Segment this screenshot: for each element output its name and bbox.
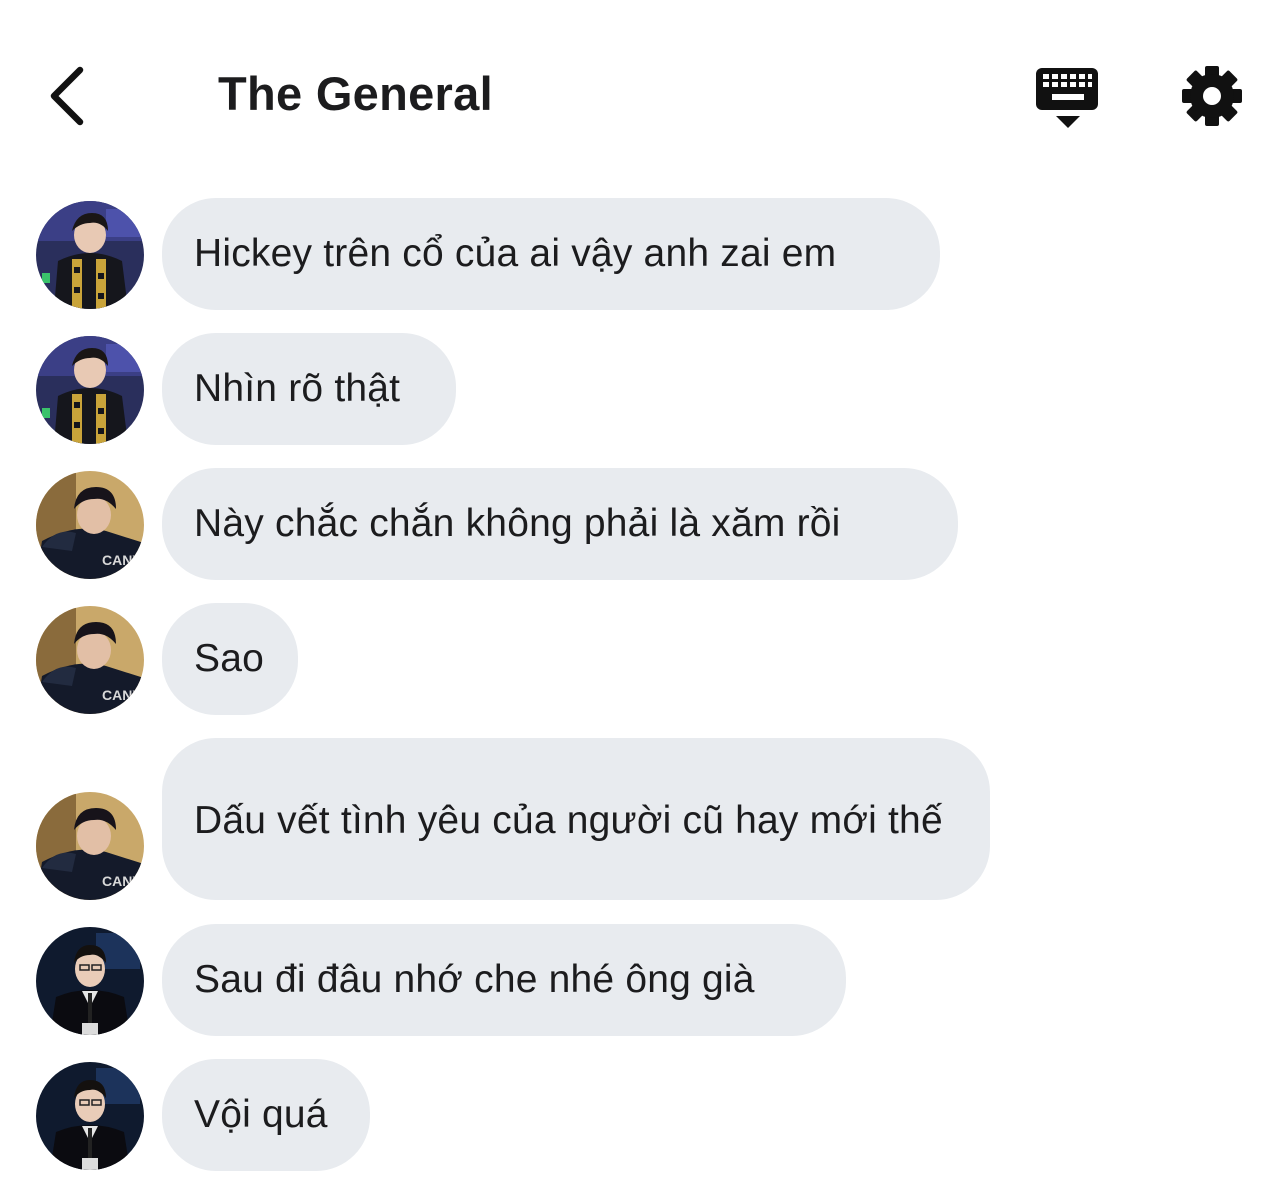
svg-text:CANY: CANY <box>102 687 142 703</box>
chat-header: The General <box>0 0 1284 190</box>
message-row: CANY Sao <box>0 603 1284 715</box>
message-text: Sao <box>194 637 264 680</box>
avatar[interactable] <box>36 927 144 1035</box>
message-row: CANY Này chắc chắn không phải là xăm rồi <box>0 468 1284 580</box>
message-bubble[interactable]: Sau đi đâu nhớ che nhé ông già <box>162 924 846 1036</box>
message-text: Nhìn rõ thật <box>194 367 401 410</box>
avatar[interactable]: CANY <box>36 471 144 579</box>
avatar[interactable]: CANY <box>36 606 144 714</box>
chat-title: The General <box>218 67 493 120</box>
svg-text:CANY: CANY <box>102 873 142 889</box>
avatar[interactable] <box>36 201 144 309</box>
keyboard-icon <box>1036 68 1098 128</box>
message-text: Này chắc chắn không phải là xăm rồi <box>194 502 841 545</box>
message-row: Sau đi đâu nhớ che nhé ông già <box>0 924 1284 1036</box>
message-row: Hickey trên cổ của ai vậy anh zai em <box>0 198 1284 310</box>
svg-text:CANY: CANY <box>102 552 142 568</box>
message-bubble[interactable]: Hickey trên cổ của ai vậy anh zai em <box>162 198 940 310</box>
message-bubble[interactable]: Sao <box>162 603 298 715</box>
back-button[interactable] <box>36 58 96 134</box>
gear-icon <box>1182 66 1242 126</box>
chevron-left-icon <box>50 66 84 126</box>
message-bubble[interactable]: Dấu vết tình yêu của người cũ hay mới th… <box>162 738 990 900</box>
avatar[interactable] <box>36 1062 144 1170</box>
message-row: CANY Dấu vết tình yêu của người cũ hay m… <box>0 738 1284 900</box>
message-bubble[interactable]: Này chắc chắn không phải là xăm rồi <box>162 468 958 580</box>
message-text: Vội quá <box>194 1093 328 1136</box>
avatar[interactable] <box>36 336 144 444</box>
message-bubble[interactable]: Nhìn rõ thật <box>162 333 456 445</box>
message-text: Dấu vết tình yêu của người cũ hay mới th… <box>194 799 943 842</box>
message-text: Sau đi đâu nhớ che nhé ông già <box>194 958 755 1001</box>
message-text: Hickey trên cổ của ai vậy anh zai em <box>194 232 837 275</box>
settings-button[interactable] <box>1180 64 1244 128</box>
message-row: Vội quá <box>0 1059 1284 1171</box>
avatar[interactable]: CANY <box>36 792 144 900</box>
message-row: Nhìn rõ thật <box>0 333 1284 445</box>
keyboard-button[interactable] <box>1032 64 1104 134</box>
message-bubble[interactable]: Vội quá <box>162 1059 370 1171</box>
